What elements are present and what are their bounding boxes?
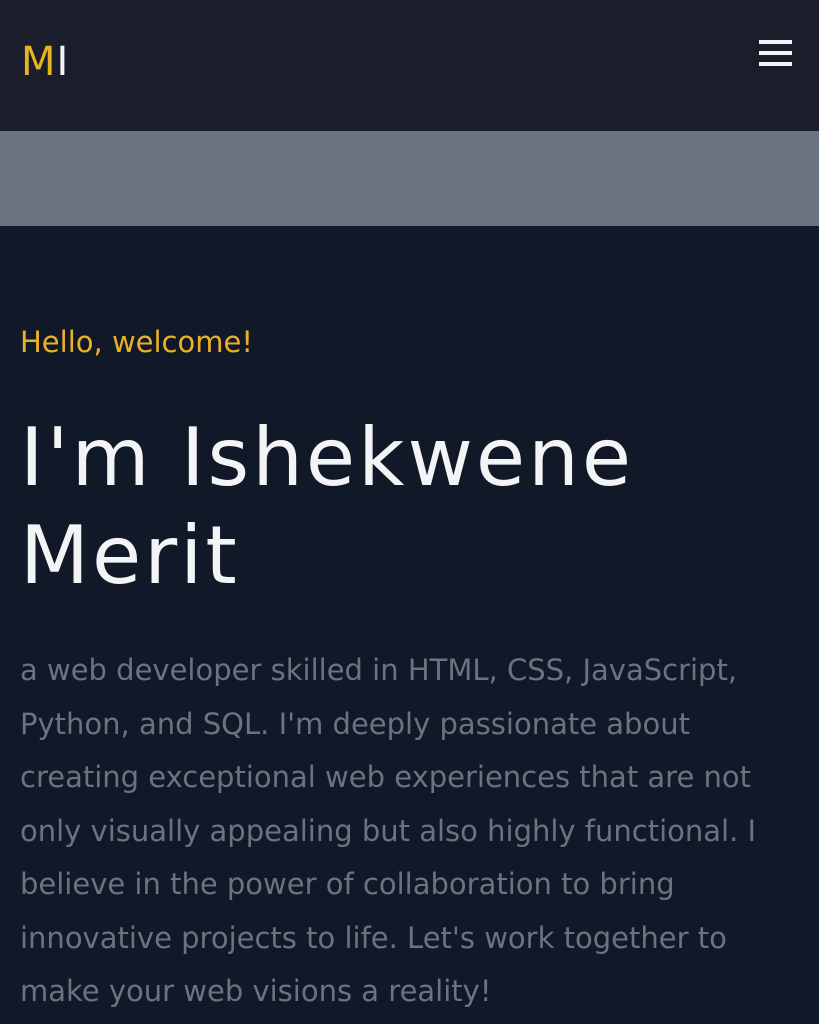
- hero-bio: a web developer skilled in HTML, CSS, Ja…: [20, 653, 757, 1008]
- gray-banner: [0, 131, 819, 226]
- hamburger-menu-icon[interactable]: [759, 40, 793, 68]
- welcome-greeting: Hello, welcome!: [20, 325, 253, 359]
- logo-letter-m: M: [21, 39, 57, 85]
- menu-bar: [759, 40, 792, 44]
- menu-bar: [759, 62, 792, 66]
- menu-bar: [759, 51, 792, 55]
- site-header: MI: [0, 0, 819, 131]
- logo-letter-i: I: [56, 39, 70, 85]
- site-logo[interactable]: MI: [21, 38, 69, 86]
- hero-headline: I'm Ishekwene Merit: [20, 411, 635, 602]
